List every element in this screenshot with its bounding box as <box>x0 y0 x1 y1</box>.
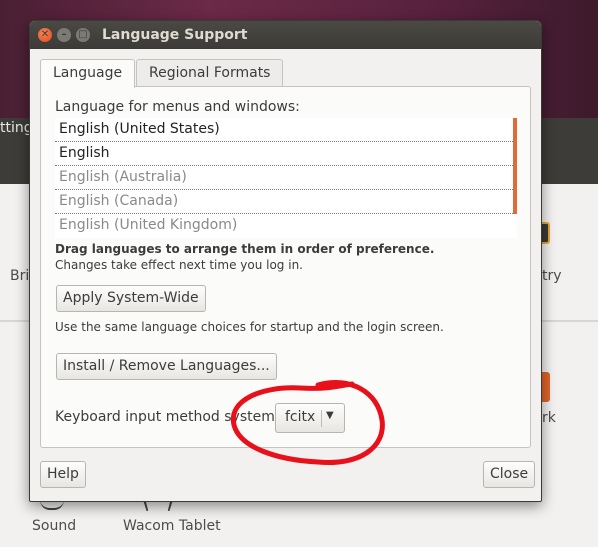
list-item[interactable]: English (Canada) <box>55 190 513 214</box>
changes-hint: Changes take effect next time you log in… <box>55 258 303 272</box>
list-item[interactable]: English (United States) <box>55 118 513 142</box>
tab-panel-language: Language for menus and windows: English … <box>40 86 531 448</box>
settings-label-sound[interactable]: Sound <box>32 518 76 534</box>
settings-icon-partial-orange[interactable] <box>542 372 550 402</box>
keyboard-input-label: Keyboard input method system: <box>55 409 280 425</box>
list-item[interactable]: English (United Kingdom) <box>55 214 513 238</box>
language-section-label: Language for menus and windows: <box>55 99 300 115</box>
close-button[interactable]: Close <box>483 461 536 488</box>
close-icon[interactable]: ✕ <box>38 28 52 42</box>
dialog-title: Language Support <box>102 27 248 43</box>
tab-language[interactable]: Language <box>40 59 136 88</box>
settings-label-try[interactable]: try <box>542 268 562 284</box>
apply-system-wide-button[interactable]: Apply System-Wide <box>56 285 206 312</box>
tab-regional-formats[interactable]: Regional Formats <box>136 59 284 87</box>
settings-title-fragment: tting <box>0 120 33 136</box>
apply-hint: Use the same language choices for startu… <box>55 320 444 334</box>
install-remove-languages-button[interactable]: Install / Remove Languages... <box>56 353 277 380</box>
language-list-scrollbar[interactable] <box>513 118 517 214</box>
settings-label-bri[interactable]: Bri <box>10 268 29 284</box>
help-button[interactable]: Help <box>40 461 86 488</box>
list-item[interactable]: English <box>55 142 513 166</box>
maximize-icon[interactable]: □ <box>76 28 90 42</box>
settings-label-wacom[interactable]: Wacom Tablet <box>123 518 221 534</box>
language-support-dialog: ✕ – □ Language Support Language Regional… <box>29 20 542 502</box>
keyboard-input-value: fcitx <box>285 409 316 425</box>
select-divider <box>321 410 322 427</box>
chevron-down-icon[interactable]: ▼ <box>326 410 334 421</box>
keyboard-input-method-select[interactable]: fcitx ▼ <box>275 403 345 433</box>
drag-hint: Drag languages to arrange them in order … <box>55 242 435 256</box>
minimize-icon[interactable]: – <box>57 28 71 42</box>
language-list[interactable]: English (United States) English English … <box>55 118 517 238</box>
list-item[interactable]: English (Australia) <box>55 166 513 190</box>
settings-label-rk[interactable]: rk <box>542 410 556 426</box>
dialog-titlebar[interactable]: ✕ – □ Language Support <box>30 21 541 49</box>
